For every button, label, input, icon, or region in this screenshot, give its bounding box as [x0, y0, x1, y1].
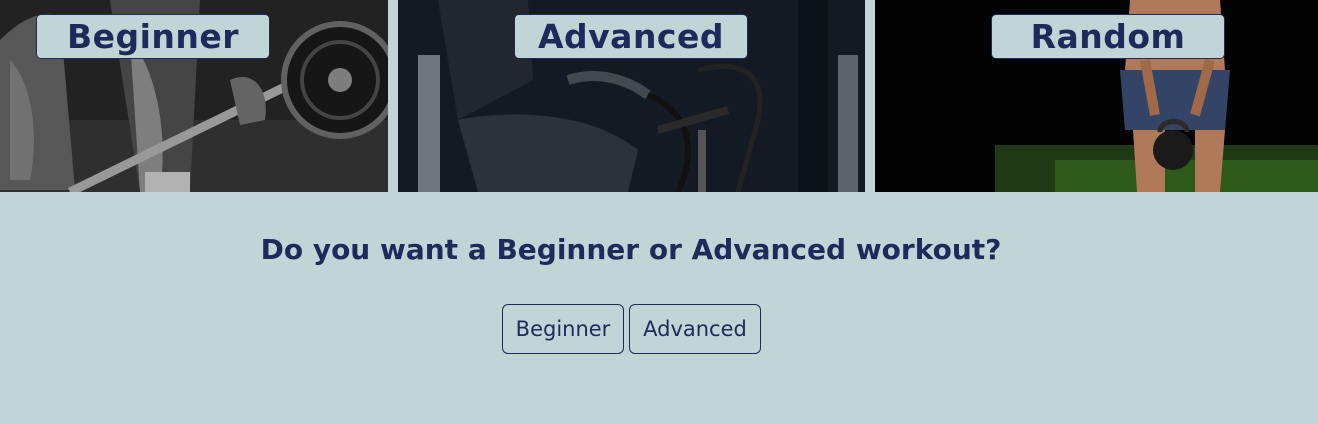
workout-level-question: Do you want a Beginner or Advanced worko… [260, 233, 1002, 266]
advanced-panel[interactable]: Advanced [398, 0, 865, 192]
workout-level-choices: Beginner Advanced [502, 304, 761, 354]
beginner-panel-label[interactable]: Beginner [36, 14, 270, 59]
beginner-panel[interactable]: Beginner [0, 0, 388, 192]
random-panel[interactable]: Random [875, 0, 1318, 192]
workout-type-banner: Beginner Advanced Random [0, 0, 1318, 192]
advanced-panel-label[interactable]: Advanced [514, 14, 748, 59]
advanced-button[interactable]: Advanced [629, 304, 761, 354]
beginner-button[interactable]: Beginner [502, 304, 624, 354]
random-panel-label[interactable]: Random [991, 14, 1225, 59]
